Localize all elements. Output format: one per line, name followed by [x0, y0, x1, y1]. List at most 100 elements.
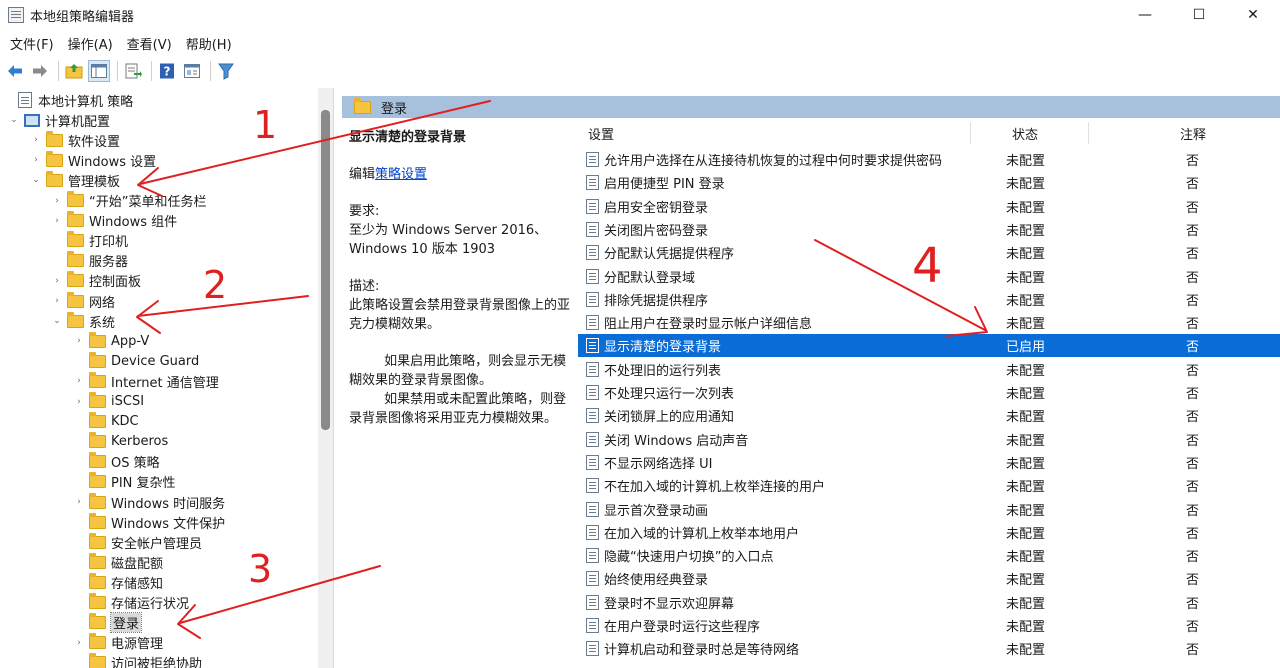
tree-item[interactable]: 本地计算机 策略	[2, 90, 133, 110]
tree-item[interactable]: › Windows 时间服务	[73, 492, 225, 512]
column-header-comment[interactable]: 注释	[1180, 124, 1206, 143]
list-item[interactable]: 在用户登录时运行这些程序 未配置 否	[578, 614, 1280, 637]
tree-item[interactable]: Windows 文件保护	[73, 512, 225, 532]
list-item[interactable]: 排除凭据提供程序 未配置 否	[578, 288, 1280, 311]
list-item[interactable]: 隐藏“快速用户切换”的入口点 未配置 否	[578, 544, 1280, 567]
settings-list[interactable]: 设置 状态 注释 允许用户选择在从连接待机恢复的过程中何时要求提供密码 未配置否启…	[578, 118, 1280, 668]
list-item[interactable]: 关闭图片密码登录 未配置 否	[578, 218, 1280, 241]
tree-item[interactable]: 安全帐户管理员	[73, 532, 202, 552]
menu-action[interactable]: 操作(A)	[61, 34, 120, 53]
list-item[interactable]: 关闭 Windows 启动声音 未配置 否	[578, 428, 1280, 451]
column-separator[interactable]	[1088, 122, 1089, 144]
list-item[interactable]: 始终使用经典登录 未配置 否	[578, 567, 1280, 590]
folder-icon	[89, 613, 106, 630]
list-item[interactable]: 不处理只运行一次列表 未配置 否	[578, 381, 1280, 404]
tree-item[interactable]: Kerberos	[73, 432, 168, 452]
tree-item[interactable]: › Windows 设置	[30, 150, 156, 170]
show-tree-icon[interactable]	[88, 60, 110, 82]
minimize-button[interactable]: —	[1118, 0, 1172, 30]
collapse-chevron-icon[interactable]: ›	[73, 336, 85, 346]
filter-icon[interactable]	[215, 60, 237, 82]
list-item[interactable]: 分配默认登录域 未配置 否	[578, 265, 1280, 288]
folder-icon	[67, 231, 84, 248]
tree-item-label: 控制面板	[89, 275, 142, 291]
export-list-icon[interactable]	[122, 60, 144, 82]
setting-state: 已启用	[1006, 340, 1046, 356]
description-pane: 显示清楚的登录背景 编辑策略设置 要求: 至少为 Windows Server …	[342, 118, 578, 668]
tree-item[interactable]: 访问被拒绝协助	[73, 653, 202, 668]
list-item[interactable]: 不在加入域的计算机上枚举连接的用户 未配置 否	[578, 474, 1280, 497]
collapse-chevron-icon[interactable]: ›	[51, 216, 63, 226]
setting-state: 未配置	[1006, 247, 1046, 263]
up-folder-icon[interactable]	[63, 60, 85, 82]
tree-item[interactable]: ⌄ 计算机配置	[8, 110, 110, 130]
list-item[interactable]: 在加入域的计算机上枚举本地用户 未配置 否	[578, 521, 1280, 544]
help-icon[interactable]: ?	[156, 60, 178, 82]
list-item[interactable]: 不处理旧的运行列表 未配置 否	[578, 358, 1280, 381]
menu-help[interactable]: 帮助(H)	[179, 34, 239, 53]
tree-item[interactable]: › Internet 通信管理	[73, 371, 219, 391]
tree-item-label: 磁盘配额	[111, 556, 164, 572]
maximize-button[interactable]: ☐	[1172, 0, 1226, 30]
tree-item[interactable]: ⌄ 系统	[51, 311, 115, 331]
tree-item[interactable]: › “开始”菜单和任务栏	[51, 191, 206, 211]
edit-policy-link[interactable]: 策略设置	[375, 167, 427, 182]
list-item[interactable]: 关闭锁屏上的应用通知 未配置 否	[578, 404, 1280, 427]
tree-item[interactable]: 存储感知	[73, 572, 163, 592]
expand-chevron-icon[interactable]: ⌄	[51, 316, 63, 326]
tree-item[interactable]: PIN 复杂性	[73, 472, 176, 492]
tree-item[interactable]: OS 策略	[73, 452, 160, 472]
collapse-chevron-icon[interactable]: ›	[73, 638, 85, 648]
list-item[interactable]: 启用便捷型 PIN 登录 未配置 否	[578, 171, 1280, 194]
list-item[interactable]: 计算机启动和登录时总是等待网络 未配置 否	[578, 637, 1280, 660]
column-header-setting[interactable]: 设置	[588, 124, 614, 143]
collapse-chevron-icon[interactable]: ›	[30, 135, 42, 145]
collapse-chevron-icon[interactable]: ›	[73, 376, 85, 386]
list-item[interactable]: 登录时不显示欢迎屏幕 未配置 否	[578, 591, 1280, 614]
tree-item[interactable]: 存储运行状况	[73, 593, 189, 613]
list-item[interactable]: 阻止用户在登录时显示帐户详细信息 未配置 否	[578, 311, 1280, 334]
close-button[interactable]: ✕	[1226, 0, 1280, 30]
list-item[interactable]: 显示首次登录动画 未配置 否	[578, 498, 1280, 521]
tree-item[interactable]: ⌄ 管理模板	[30, 170, 120, 190]
expand-chevron-icon[interactable]: ⌄	[8, 115, 20, 125]
tree-item[interactable]: › 电源管理	[73, 633, 163, 653]
navigation-tree[interactable]: 本地计算机 策略 ⌄ 计算机配置 › 软件设置 › Windows 设置 ⌄ 管理模板 › “开始”…	[0, 88, 334, 668]
tree-item[interactable]: 磁盘配额	[73, 552, 163, 572]
forward-arrow-icon[interactable]	[29, 60, 51, 82]
setting-comment: 否	[1186, 200, 1200, 216]
column-header-state[interactable]: 状态	[1012, 124, 1038, 143]
collapse-chevron-icon[interactable]: ›	[51, 276, 63, 286]
collapse-chevron-icon[interactable]: ›	[73, 497, 85, 507]
column-separator[interactable]	[970, 122, 971, 144]
tree-scrollbar-thumb[interactable]	[321, 110, 330, 430]
menu-file[interactable]: 文件(F)	[3, 34, 61, 53]
tree-item[interactable]: › 网络	[51, 291, 115, 311]
tree-item[interactable]: KDC	[73, 412, 139, 432]
collapse-chevron-icon[interactable]: ›	[51, 196, 63, 206]
tree-item[interactable]: › 软件设置	[30, 130, 120, 150]
tree-item[interactable]: › App-V	[73, 331, 149, 351]
tree-item[interactable]: 打印机	[51, 231, 128, 251]
menu-view[interactable]: 查看(V)	[120, 34, 179, 53]
collapse-chevron-icon[interactable]: ›	[73, 397, 85, 407]
list-item[interactable]: 分配默认凭据提供程序 未配置 否	[578, 241, 1280, 264]
collapse-chevron-icon[interactable]: ›	[30, 155, 42, 165]
list-item[interactable]: 显示清楚的登录背景 已启用 否	[578, 334, 1280, 358]
list-item[interactable]: 不显示网络选择 UI 未配置 否	[578, 451, 1280, 474]
tree-item[interactable]: › Windows 组件	[51, 211, 177, 231]
properties-icon[interactable]	[181, 60, 203, 82]
tree-item[interactable]: 登录	[73, 612, 143, 634]
tree-item[interactable]: › 控制面板	[51, 271, 141, 291]
setting-comment: 否	[1186, 620, 1200, 635]
tree-item[interactable]: Device Guard	[73, 351, 199, 371]
setting-comment: 否	[1186, 340, 1200, 356]
collapse-chevron-icon[interactable]: ›	[51, 296, 63, 306]
expand-chevron-icon[interactable]: ⌄	[30, 175, 42, 185]
tree-scrollbar[interactable]	[318, 88, 333, 668]
list-item[interactable]: 启用安全密钥登录 未配置 否	[578, 195, 1280, 218]
back-arrow-icon[interactable]	[4, 60, 26, 82]
tree-item[interactable]: › iSCSI	[73, 392, 144, 412]
tree-item[interactable]: 服务器	[51, 251, 128, 271]
list-item[interactable]: 允许用户选择在从连接待机恢复的过程中何时要求提供密码 未配置 否	[578, 148, 1280, 171]
